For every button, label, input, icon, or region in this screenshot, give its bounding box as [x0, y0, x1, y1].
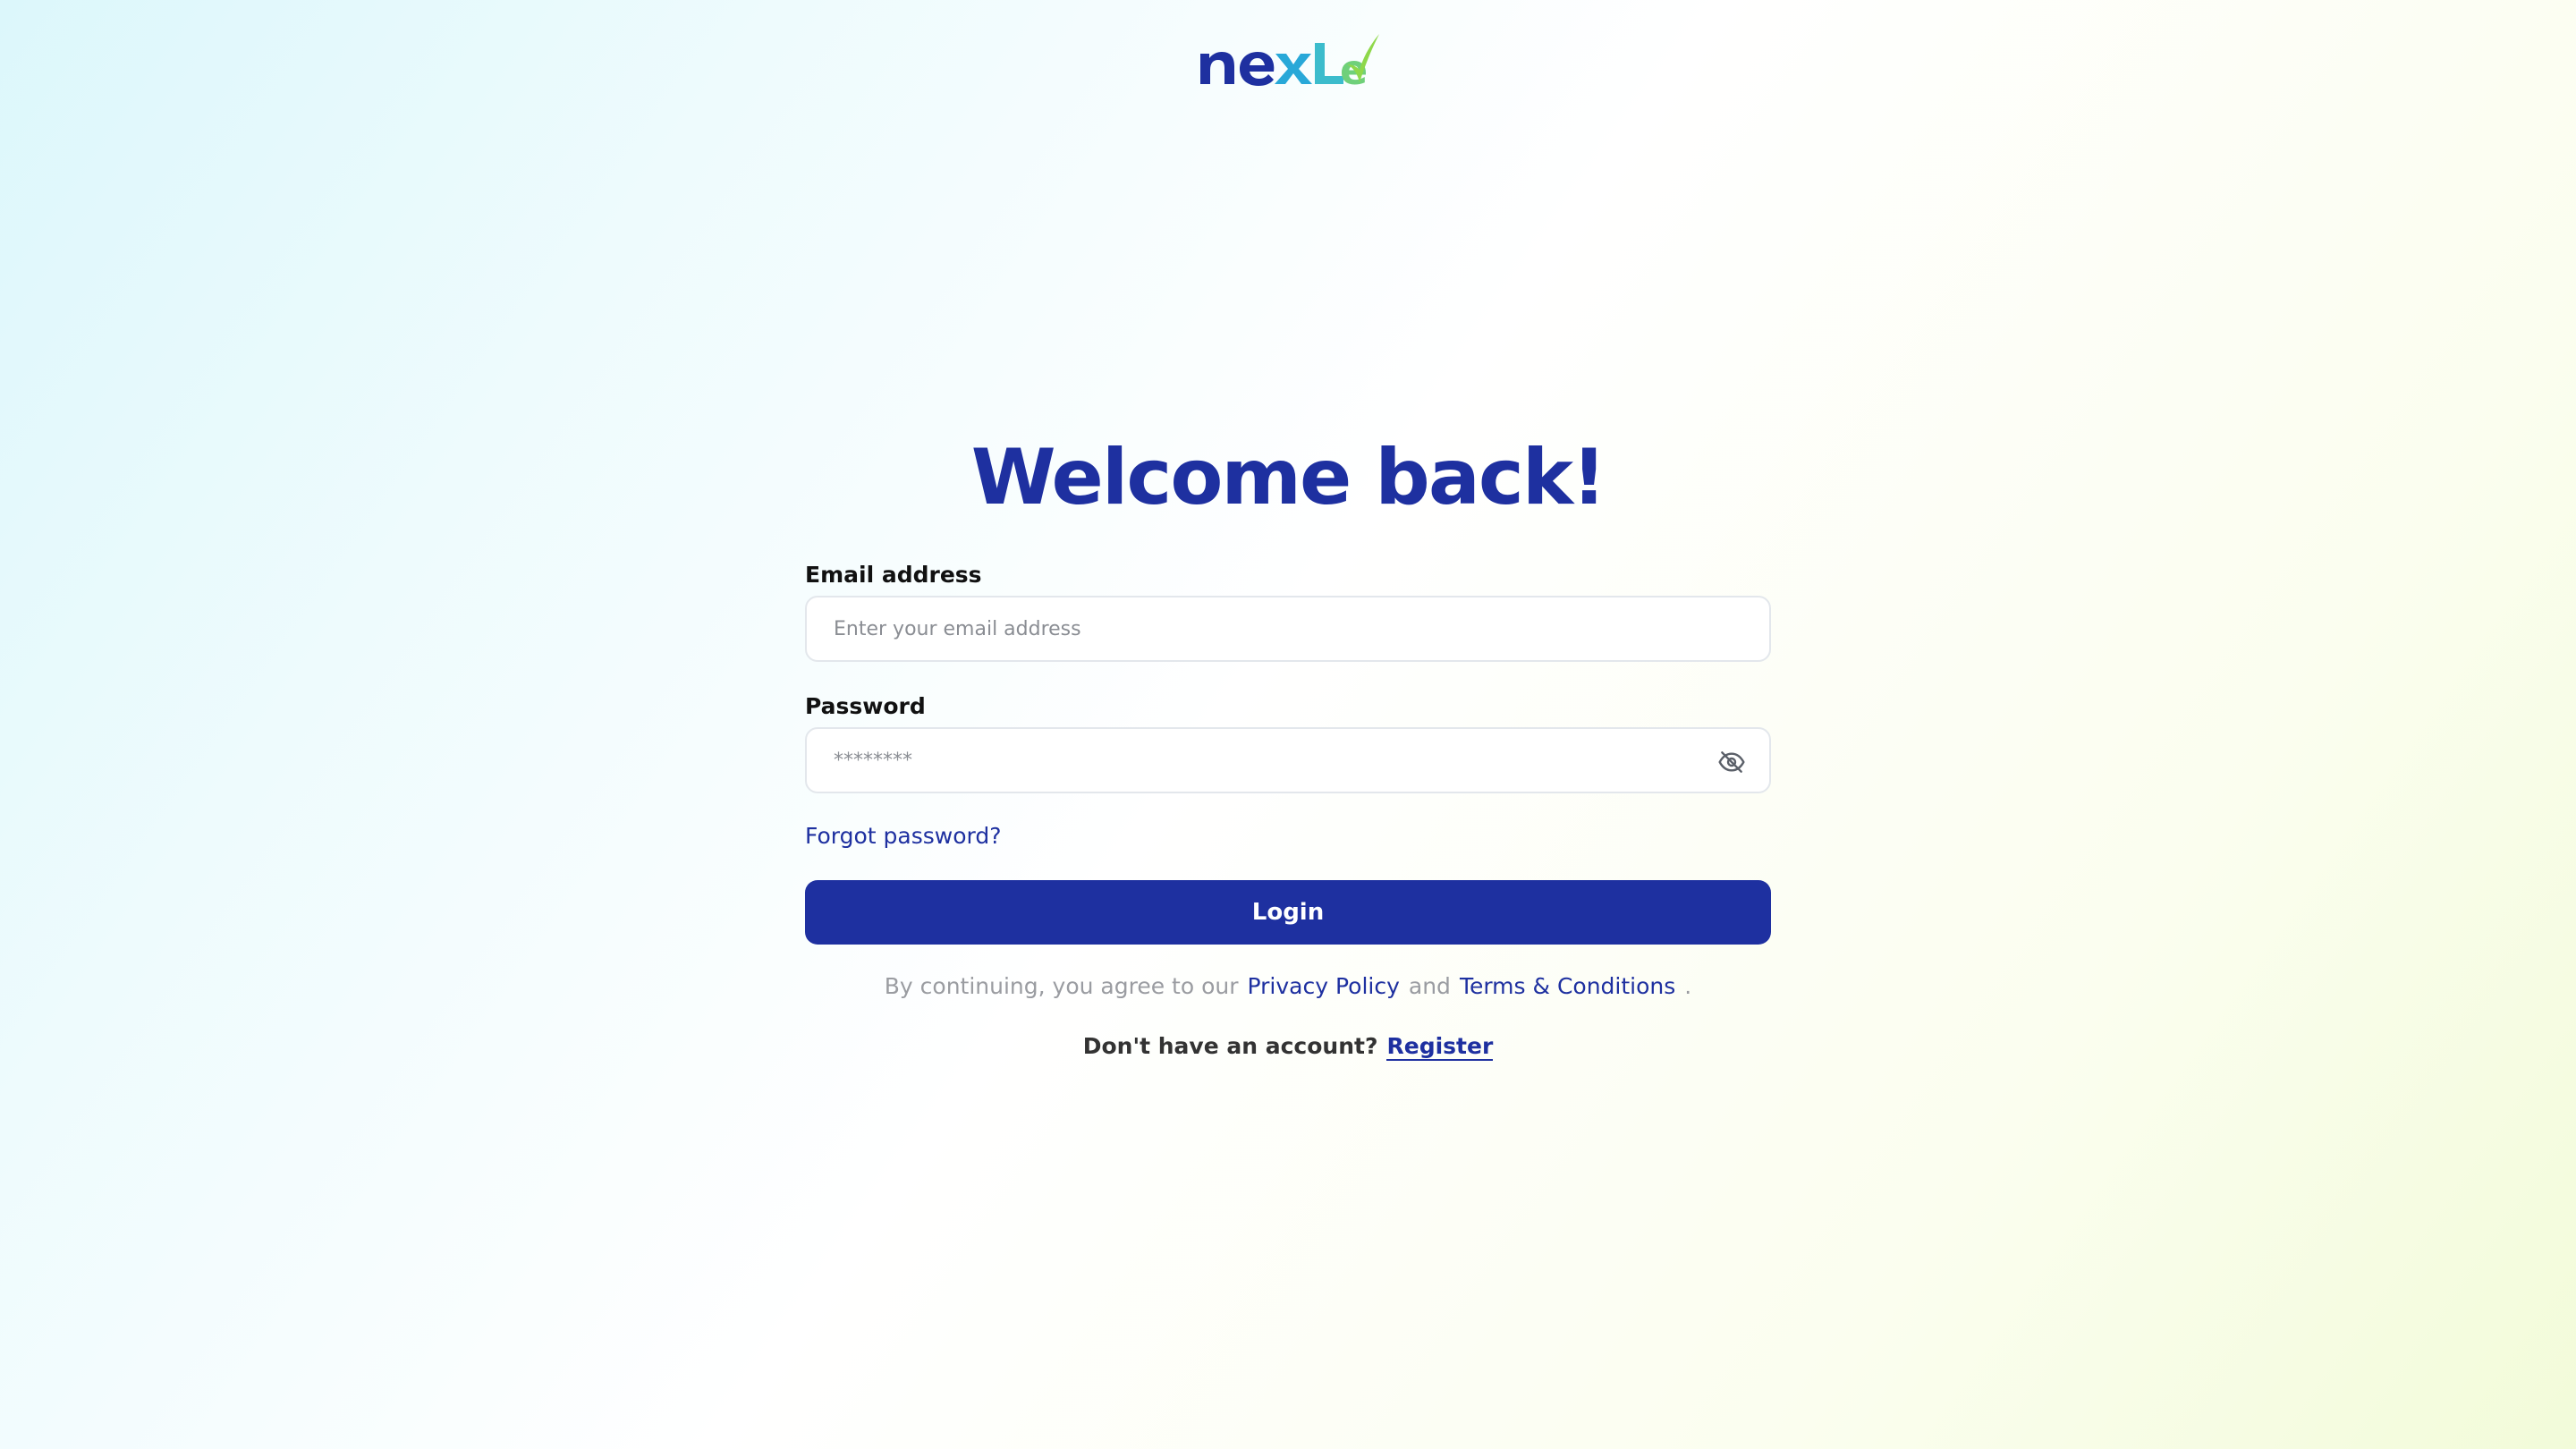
eye-off-icon[interactable] — [1717, 748, 1746, 776]
email-input[interactable] — [834, 597, 1692, 660]
password-field-container — [805, 727, 1771, 793]
nexle-logo: e — [1200, 34, 1379, 88]
login-button[interactable]: Login — [805, 880, 1771, 945]
legal-and: and — [1408, 973, 1451, 999]
password-input[interactable] — [834, 729, 1692, 792]
legal-suffix: . — [1684, 973, 1692, 999]
page-title: Welcome back! — [970, 433, 1607, 522]
signup-question: Don't have an account? — [1082, 1033, 1378, 1059]
terms-conditions-link[interactable]: Terms & Conditions — [1460, 973, 1675, 999]
email-label: Email address — [805, 562, 982, 588]
forgot-password-link[interactable]: Forgot password? — [805, 821, 1002, 852]
signup-prompt: Don't have an account? Register — [805, 1030, 1771, 1063]
legal-notice: By continuing, you agree to our Privacy P… — [805, 971, 1771, 1002]
email-field-container — [805, 596, 1771, 662]
password-label: Password — [805, 693, 926, 719]
privacy-policy-link[interactable]: Privacy Policy — [1248, 973, 1400, 999]
register-link[interactable]: Register — [1386, 1033, 1494, 1061]
legal-prefix: By continuing, you agree to our — [884, 973, 1239, 999]
